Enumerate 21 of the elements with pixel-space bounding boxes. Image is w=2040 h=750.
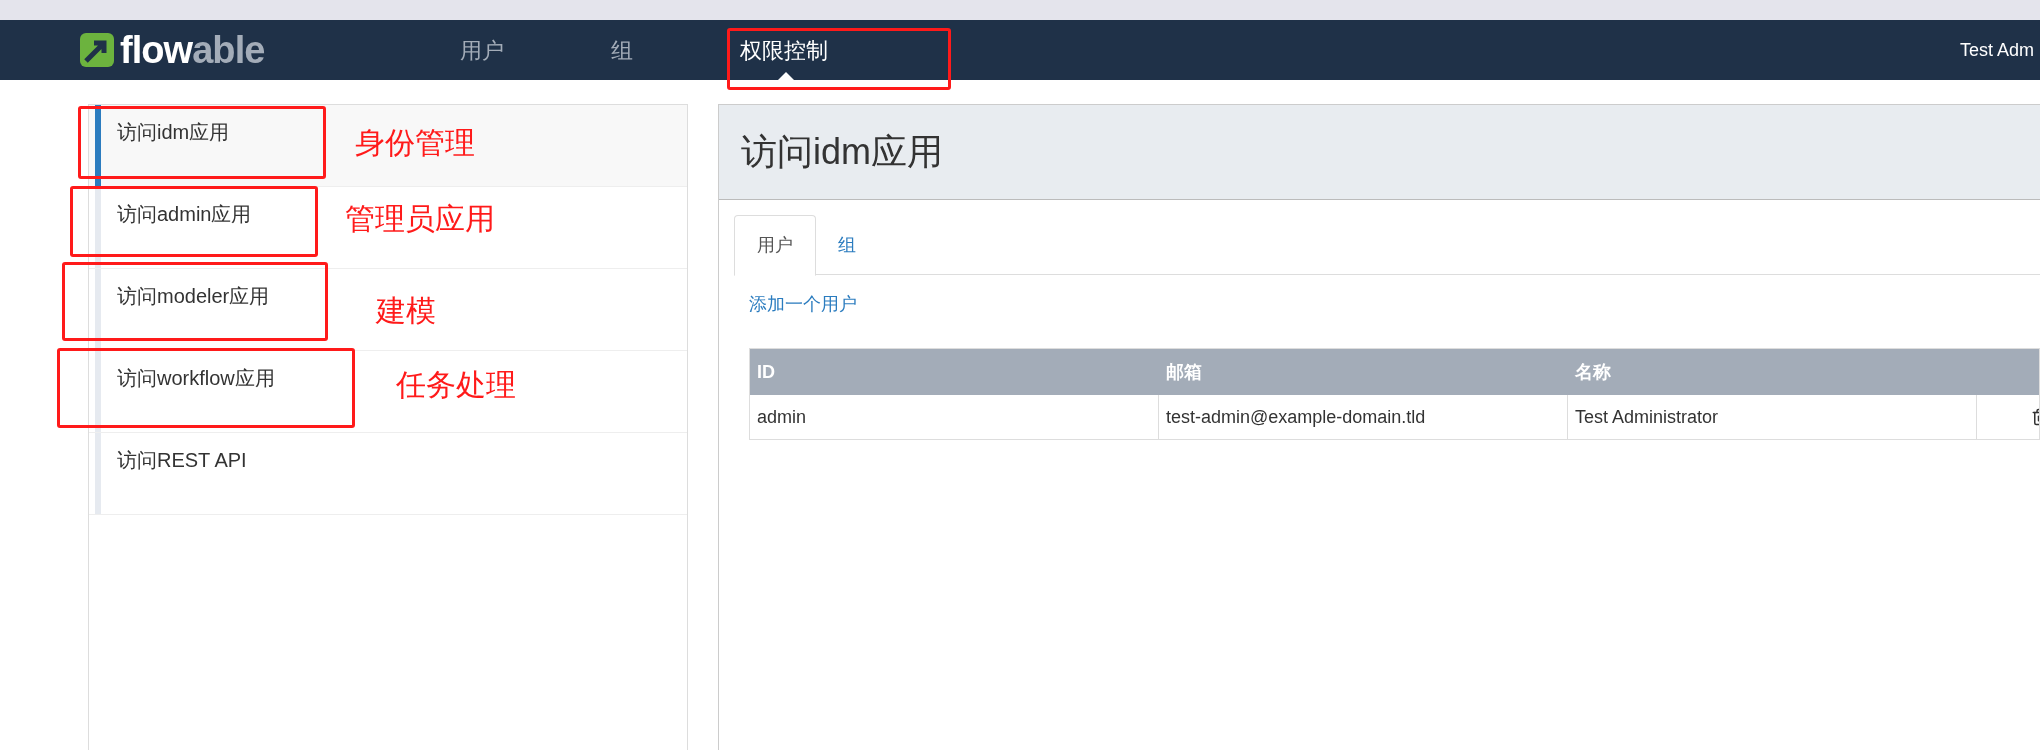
panel-title: 访问idm应用 — [741, 130, 943, 174]
logo-text: flowable — [120, 31, 265, 69]
column-header: ID — [756, 360, 776, 384]
table-cell: Test Administrator — [1568, 395, 1977, 439]
nav-item[interactable]: 权限控制 — [740, 20, 828, 80]
nav-item[interactable]: 组 — [611, 20, 633, 80]
table-cell: test-admin@example-domain.tld — [1159, 395, 1568, 439]
table-cell: admin — [750, 395, 1159, 439]
annotation-label: 身份管理 — [355, 125, 475, 161]
user-name[interactable]: Test Adm — [1960, 36, 2040, 64]
annotation-label: 管理员应用 — [345, 201, 495, 237]
add-user-link[interactable]: 添加一个用户 — [749, 291, 2040, 318]
nav-item[interactable]: 用户 — [460, 20, 504, 80]
column-header: 邮箱 — [1165, 360, 1203, 384]
column-header: 名称 — [1574, 360, 1612, 384]
tab[interactable]: 组 — [816, 215, 878, 276]
annotation-label: 任务处理 — [396, 367, 516, 403]
annotation-label: 建模 — [376, 293, 436, 329]
sidebar-item[interactable]: 访问REST API — [89, 433, 687, 515]
logo-icon — [80, 33, 114, 67]
tab[interactable]: 用户 — [734, 215, 816, 276]
